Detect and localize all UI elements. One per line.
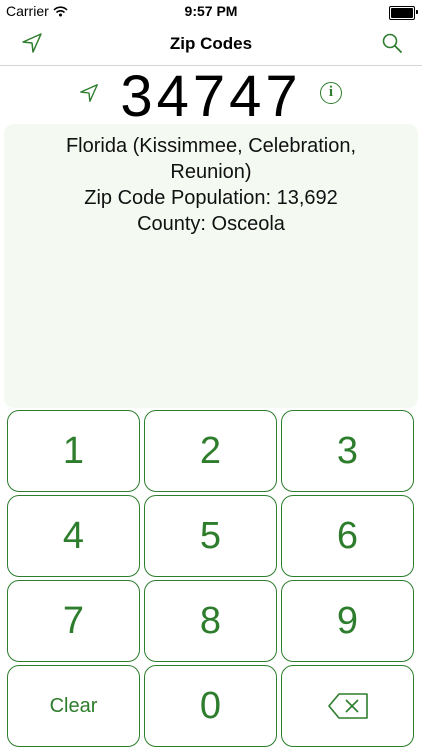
keypad: 1 2 3 4 5 6 7 8 9 Clear 0 (0, 408, 422, 750)
zip-details-panel: Florida (Kissimmee, Celebration, Reunion… (4, 124, 418, 408)
backspace-button[interactable] (281, 665, 414, 747)
clear-button[interactable]: Clear (7, 665, 140, 747)
search-icon[interactable] (380, 31, 404, 60)
backspace-icon (327, 668, 369, 748)
status-time: 9:57 PM (184, 3, 238, 19)
key-7[interactable]: 7 (7, 580, 140, 662)
population-text: Zip Code Population: 13,692 (84, 187, 338, 209)
state-cities-text: Florida (Kissimmee, Celebration, Reunion… (65, 135, 357, 183)
key-4[interactable]: 4 (7, 495, 140, 577)
battery-icon (389, 6, 418, 20)
key-2[interactable]: 2 (144, 410, 277, 492)
key-6[interactable]: 6 (281, 495, 414, 577)
navigation-bar: Zip Codes (0, 22, 422, 66)
county-text: County: Osceola (137, 213, 285, 235)
info-button[interactable]: i (320, 82, 342, 104)
key-1[interactable]: 1 (7, 410, 140, 492)
page-title: Zip Codes (169, 34, 253, 53)
key-5[interactable]: 5 (144, 495, 277, 577)
key-0[interactable]: 0 (144, 665, 277, 747)
key-8[interactable]: 8 (144, 580, 277, 662)
key-3[interactable]: 3 (281, 410, 414, 492)
key-9[interactable]: 9 (281, 580, 414, 662)
zip-code-value: 34747 (120, 64, 302, 129)
status-bar: Carrier 9:57 PM (0, 0, 422, 22)
zip-code-display: 34747 i (0, 64, 422, 129)
